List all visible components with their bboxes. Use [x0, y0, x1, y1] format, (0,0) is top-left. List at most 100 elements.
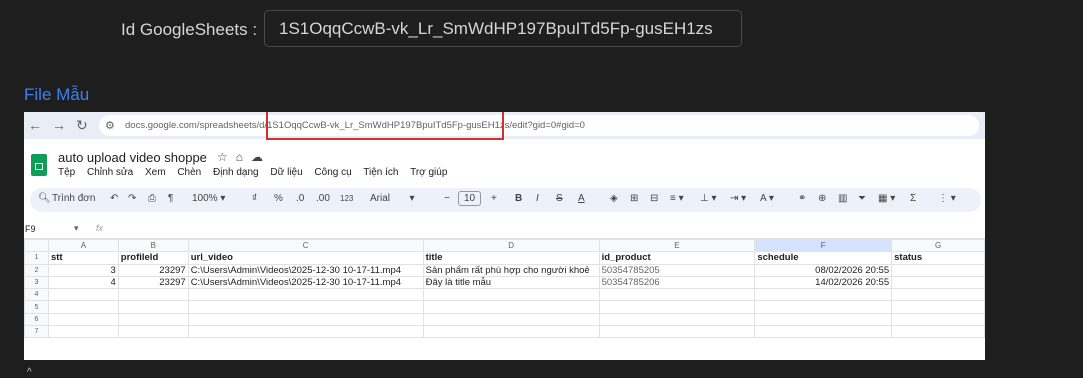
empty-cell [891, 325, 985, 339]
column-header-row: A B C D E F G [24, 238, 985, 253]
row-number: 2 [24, 263, 49, 277]
cell-id-product: 50354785206 [598, 275, 756, 290]
sheets-toolbar: 🔍︎ Trình đơn ↶ ↷ ⎙ ¶ 100% ▾ ₫ % .0 .00 1… [30, 188, 981, 212]
header-cell: url_video [187, 251, 424, 265]
empty-cell [754, 300, 893, 314]
bold-icon: B [515, 193, 523, 204]
text-color-icon: A [578, 193, 585, 204]
empty-cell [117, 300, 189, 314]
menu-item: Tiện ích [363, 167, 399, 178]
empty-cell [47, 300, 119, 314]
empty-cell [422, 312, 600, 327]
paint-format-icon: ¶ [168, 193, 174, 204]
empty-cell [598, 312, 756, 327]
column-header: E [598, 238, 756, 253]
decrease-decimal: .0 [296, 193, 305, 204]
sheet-id-highlight-box [266, 112, 504, 140]
undo-icon: ↶ [110, 193, 119, 204]
cell-schedule: 14/02/2026 20:55 [754, 275, 893, 290]
chevron-up-icon[interactable]: ^ [27, 367, 32, 378]
empty-cell [47, 325, 119, 339]
cell-url-video: C:\Users\Admin\Videos\2025-12-30 10-17-1… [187, 275, 424, 290]
table-row: 6 [24, 312, 985, 327]
reload-icon: ↻ [76, 117, 88, 133]
title-actions: ☆⌂☁ [217, 150, 271, 164]
table-row: 2 3 23297 C:\Users\Admin\Videos\2025-12-… [24, 263, 985, 277]
cell-profileid: 23297 [117, 263, 189, 277]
menu-item: Xem [144, 167, 166, 178]
chart-icon: ▥ [838, 193, 848, 204]
percent-format: % [274, 193, 283, 204]
empty-cell [47, 288, 119, 302]
row-number: 3 [24, 275, 49, 290]
fill-color-icon: ◈ [610, 193, 618, 204]
cell-schedule: 08/02/2026 20:55 [754, 263, 893, 277]
empty-cell [117, 325, 189, 339]
cell-title: Sản phẩm rất phù hợp cho người khoẻ [422, 263, 600, 277]
id-googlesheets-label: Id GoogleSheets : [121, 20, 258, 39]
url-prefix: docs.google.com/spreadsheets/d/ [125, 120, 268, 131]
sample-sheet-screenshot: ← → ↻ ⚙ docs.google.com/spreadsheets/d/1… [24, 112, 985, 360]
menu-item: Tệp [58, 167, 76, 178]
cell-stt: 3 [47, 263, 119, 277]
menu-item: Dữ liệu [270, 167, 303, 178]
font-select: Arial ▾ [370, 193, 415, 204]
row-number: 6 [24, 312, 49, 327]
row-number: 1 [24, 251, 49, 265]
address-field: ⚙ docs.google.com/spreadsheets/d/1S1OqqC… [99, 115, 979, 136]
more-icon: ⋮ ▾ [938, 193, 956, 204]
header-cell: status [891, 251, 985, 265]
header-cell: stt [47, 251, 119, 265]
header-cell: title [422, 251, 600, 265]
empty-cell [422, 288, 600, 302]
empty-cell [187, 325, 424, 339]
number-format: 123 [340, 194, 354, 203]
currency-format: ₫ [252, 193, 258, 204]
empty-cell [754, 312, 893, 327]
arrow-right-icon: → [52, 117, 66, 133]
empty-cell [891, 300, 985, 314]
font-size-decrease: − [444, 193, 450, 204]
v-align-icon: ⊥ ▾ [700, 193, 717, 204]
header-cell: id_product [598, 251, 756, 265]
select-all-corner [24, 238, 49, 253]
header-cell: profileId [117, 251, 189, 265]
move-icon: ⌂ [235, 150, 252, 164]
sample-file-link[interactable]: File Mẫu [24, 85, 89, 105]
empty-cell [117, 312, 189, 327]
print-icon: ⎙ [148, 193, 156, 204]
cell-status [891, 275, 985, 290]
id-googlesheets-input[interactable] [264, 10, 742, 47]
link-icon: ⚭ [798, 193, 807, 204]
functions-icon: Σ [910, 193, 917, 204]
empty-cell [598, 288, 756, 302]
menu-item: Định dạng [213, 167, 259, 178]
empty-cell [422, 300, 600, 314]
font-size-increase: + [491, 193, 497, 204]
arrow-left-icon: ← [28, 117, 42, 133]
table-row: 1 stt profileId url_video title id_produ… [24, 251, 985, 265]
filter-icon: ⏷ [858, 193, 866, 204]
menu-search: Trình đơn [52, 193, 96, 204]
empty-cell [754, 325, 893, 339]
column-header: G [891, 238, 985, 253]
cell-status [891, 263, 985, 277]
borders-icon: ⊞ [630, 193, 639, 204]
cell-stt: 4 [47, 275, 119, 290]
zoom-select: 100% ▾ [192, 193, 226, 204]
empty-cell [187, 288, 424, 302]
table-row: 4 [24, 288, 985, 302]
redo-icon: ↷ [128, 193, 137, 204]
increase-decimal: .00 [316, 193, 330, 204]
empty-cell [891, 288, 985, 302]
table-row: 3 4 23297 C:\Users\Admin\Videos\2025-12-… [24, 275, 985, 290]
column-header: D [422, 238, 600, 253]
header-cell: schedule [754, 251, 893, 265]
h-align-icon: ≡ ▾ [670, 193, 684, 204]
empty-cell [422, 325, 600, 339]
cloud-status-icon: ☁ [251, 150, 272, 164]
row-number: 7 [24, 325, 49, 339]
cell-url-video: C:\Users\Admin\Videos\2025-12-30 10-17-1… [187, 263, 424, 277]
strikethrough-icon: S [556, 193, 563, 204]
column-header: C [187, 238, 424, 253]
